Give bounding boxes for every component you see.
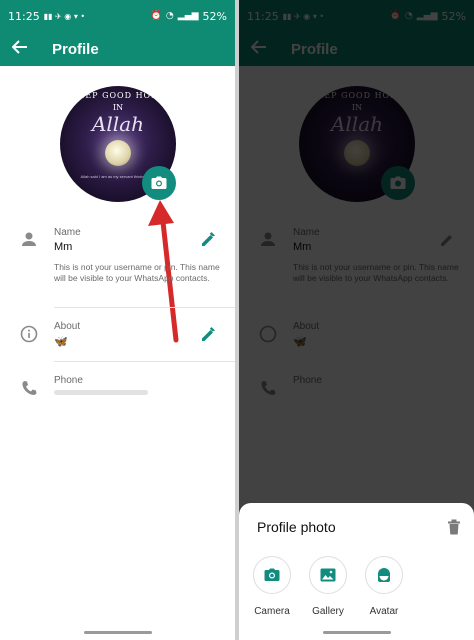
back-arrow-icon[interactable] bbox=[11, 39, 38, 59]
camera-option-label: Camera bbox=[254, 606, 290, 617]
avatar-option-circle bbox=[365, 556, 403, 594]
photo-text-line2: IN bbox=[112, 103, 124, 112]
camera-option[interactable]: Camera bbox=[242, 556, 302, 617]
avatar-icon bbox=[378, 568, 390, 582]
camera-icon bbox=[264, 568, 280, 581]
gallery-option[interactable]: Gallery bbox=[298, 556, 358, 617]
navigation-handle[interactable] bbox=[84, 631, 152, 634]
avatar-option[interactable]: Avatar bbox=[354, 556, 414, 617]
wifi-icon: ◔ bbox=[165, 11, 174, 21]
divider bbox=[54, 307, 235, 308]
page-title: Profile bbox=[52, 40, 99, 58]
edit-name-pencil-icon[interactable] bbox=[200, 231, 216, 247]
camera-icon bbox=[151, 176, 167, 189]
profile-screen: 11:25 ▮▮ ✈ ◉ ▾ • ⏰ ◔ ▂▄▆ 52% Profile EEP… bbox=[0, 0, 235, 640]
gallery-option-circle bbox=[309, 556, 347, 594]
phone-icon bbox=[22, 381, 37, 395]
name-value: Mm bbox=[54, 241, 73, 253]
gallery-icon bbox=[320, 568, 336, 582]
signal-icon: ▂▄▆ bbox=[177, 11, 199, 21]
camera-option-circle bbox=[253, 556, 291, 594]
alarm-icon: ⏰ bbox=[150, 11, 162, 21]
about-value: 🦋 bbox=[54, 336, 68, 348]
profile-photo-bottom-sheet: Profile photo Camera Gallery Avatar bbox=[239, 503, 474, 640]
edit-about-pencil-icon[interactable] bbox=[200, 326, 216, 342]
divider bbox=[54, 361, 235, 362]
change-photo-camera-button[interactable] bbox=[142, 166, 176, 200]
moon-image bbox=[105, 140, 131, 166]
name-hint: This is not your username or pin. This n… bbox=[54, 262, 220, 283]
status-bar: 11:25 ▮▮ ✈ ◉ ▾ • ⏰ ◔ ▂▄▆ 52% bbox=[0, 0, 235, 32]
photo-script-text: Allah bbox=[91, 112, 145, 136]
notification-icons: ▮▮ ✈ ◉ ▾ • bbox=[43, 11, 86, 21]
name-label: Name bbox=[54, 227, 81, 238]
photo-text-line1: EEP GOOD HOP bbox=[78, 91, 158, 100]
navigation-handle[interactable] bbox=[323, 631, 391, 634]
about-label: About bbox=[54, 321, 81, 332]
phone-number-redacted bbox=[54, 390, 148, 395]
sheet-title: Profile photo bbox=[257, 519, 336, 535]
app-bar: Profile bbox=[0, 32, 235, 66]
phone-label: Phone bbox=[54, 375, 83, 386]
person-icon bbox=[22, 232, 36, 246]
status-time: 11:25 bbox=[8, 9, 40, 23]
gallery-option-label: Gallery bbox=[312, 606, 344, 617]
delete-trash-icon[interactable] bbox=[447, 519, 461, 535]
info-icon bbox=[20, 325, 38, 343]
battery-level: 52% bbox=[202, 9, 227, 23]
avatar-option-label: Avatar bbox=[369, 606, 399, 617]
profile-screen-with-sheet: 11:25 ▮▮ ✈ ◉ ▾ • ⏰ ◔ ▂▄▆ 52% Profile EEP… bbox=[239, 0, 474, 640]
